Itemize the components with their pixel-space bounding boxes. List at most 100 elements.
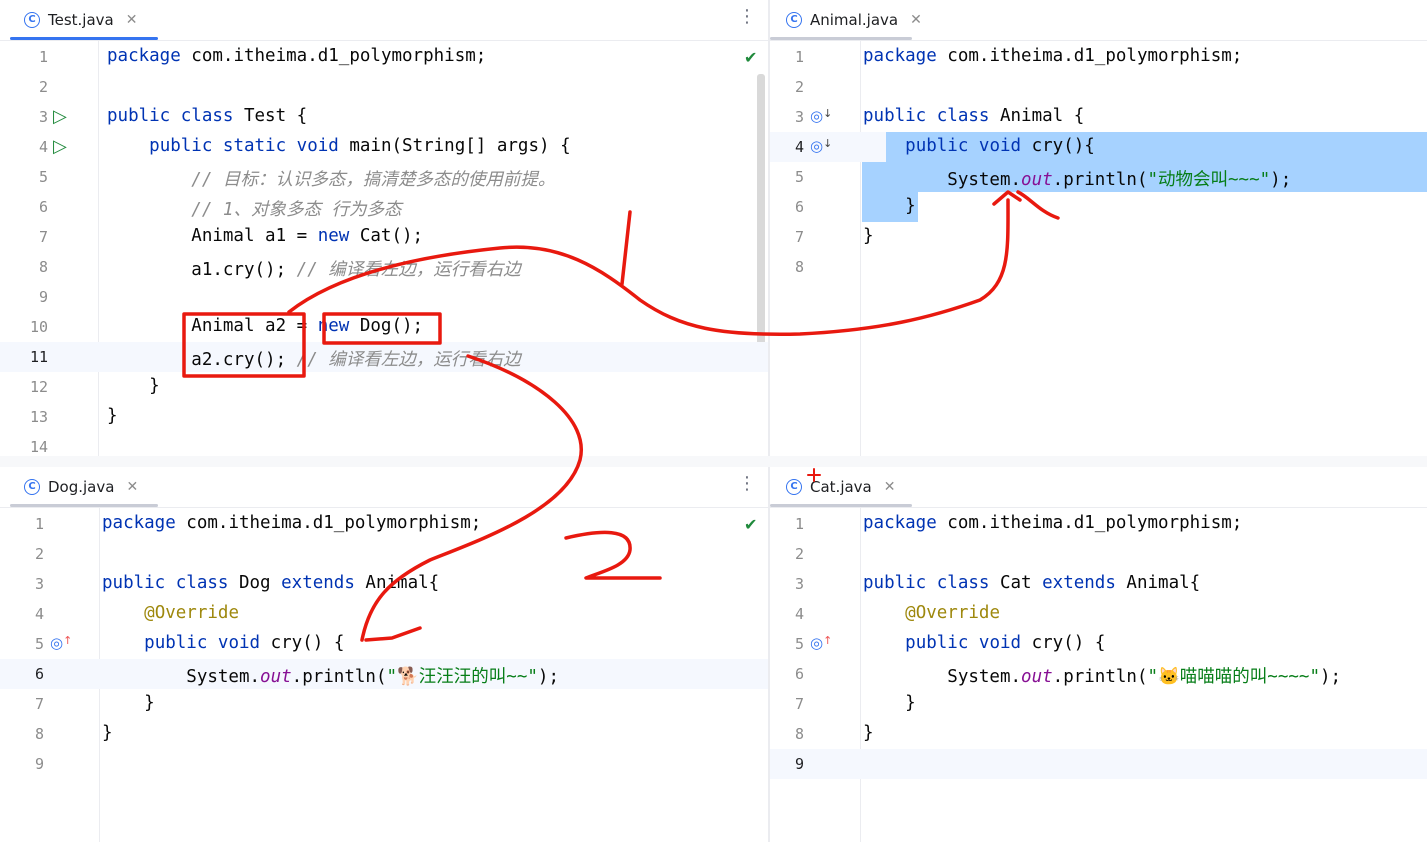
code-line[interactable]: 6 // 1、对象多态 行为多态 (0, 192, 768, 222)
line-number: 10 (29, 318, 48, 336)
close-icon[interactable]: ✕ (126, 12, 138, 28)
code-line[interactable]: 7 } (770, 689, 1427, 719)
line-number: 8 (794, 725, 804, 743)
line-number: 4 (38, 138, 48, 156)
line-number: 5 (38, 168, 48, 186)
code-text: a1.cry(); // 编译看左边，运行看右边 (107, 260, 521, 280)
code-line[interactable]: 6 System.out.println("🐕汪汪汪的叫~~"); (0, 659, 768, 689)
line-number: 6 (794, 665, 804, 683)
code-line[interactable]: 2 (0, 72, 768, 102)
active-tab-indicator (770, 504, 912, 507)
code-text: public void cry() { (905, 633, 1106, 653)
tab-test-java[interactable]: C Test.java ✕ (24, 0, 137, 40)
code-text: } (863, 693, 916, 713)
run-gutter-icon[interactable]: ▷ (53, 136, 67, 157)
line-number: 9 (34, 755, 44, 773)
code-line[interactable]: 8 (770, 252, 1427, 282)
close-icon[interactable]: ✕ (910, 12, 922, 28)
code-line[interactable]: 5 ◎↑ public void cry() { (770, 629, 1427, 659)
line-number: 1 (38, 48, 48, 66)
tab-label: Dog.java (48, 478, 115, 496)
code-line[interactable]: 3 public class Cat extends Animal{ (770, 569, 1427, 599)
code-line[interactable]: 10 Animal a2 = new Dog(); (0, 312, 768, 342)
line-number: 3 (38, 108, 48, 126)
code-line[interactable]: 3 ◎↓ public class Animal { (770, 102, 1427, 132)
code-line[interactable]: 3 public class Dog extends Animal{ (0, 569, 768, 599)
close-icon[interactable]: ✕ (884, 479, 896, 495)
override-method-icon[interactable]: ◎↑ (50, 634, 72, 652)
code-text: } (863, 723, 874, 743)
tab-dog-java[interactable]: C Dog.java ✕ (24, 467, 138, 507)
code-text: } (107, 406, 118, 426)
line-number: 8 (794, 258, 804, 276)
more-options-icon[interactable]: ⋮ (738, 473, 756, 494)
line-number: 7 (34, 695, 44, 713)
code-line[interactable]: 7 } (0, 689, 768, 719)
code-line[interactable]: 1 package com.itheima.d1_polymorphism; (0, 509, 768, 539)
code-line[interactable]: 9 (0, 749, 768, 779)
code-text: package com.itheima.d1_polymorphism; (102, 513, 482, 533)
code-line[interactable]: 8} (0, 719, 768, 749)
editor-pane-cat: C Cat.java ✕ 1 package com.itheima.d1_pol… (770, 467, 1427, 842)
code-line[interactable]: 2 (0, 539, 768, 569)
code-text: // 目标：认识多态，搞清楚多态的使用前提。 (191, 170, 556, 190)
code-text: public class Dog extends Animal{ (102, 573, 440, 593)
code-line[interactable]: 8 a1.cry(); // 编译看左边，运行看右边 (0, 252, 768, 282)
code-line[interactable]: 3 ▷ public class Test { (0, 102, 768, 132)
code-line[interactable]: 4 ◎↓ public void cry(){ (770, 132, 1427, 162)
active-tab-indicator (10, 504, 158, 507)
class-icon: C (786, 12, 802, 28)
line-number: 9 (38, 288, 48, 306)
code-text: } (863, 196, 916, 216)
code-line[interactable]: 11 a2.cry(); // 编译看左边，运行看右边 (0, 342, 768, 372)
code-line[interactable]: 1 package com.itheima.d1_polymorphism; (770, 509, 1427, 539)
line-number: 2 (794, 545, 804, 563)
code-text: System.out.println("🐕汪汪汪的叫~~"); (102, 667, 559, 687)
close-icon[interactable]: ✕ (126, 479, 138, 495)
override-method-icon[interactable]: ◎↑ (810, 634, 832, 652)
line-number: 2 (794, 78, 804, 96)
code-line[interactable]: 9 (770, 749, 1427, 779)
code-text: public class Animal { (863, 106, 1085, 126)
vertical-splitter[interactable] (768, 0, 770, 842)
more-options-icon[interactable]: ⋮ (738, 6, 756, 27)
class-icon: C (786, 479, 802, 495)
tab-bar: C Dog.java ✕ ⋮ (0, 467, 768, 508)
tab-animal-java[interactable]: C Animal.java ✕ (786, 0, 922, 40)
code-line[interactable]: 6 } (770, 192, 1427, 222)
code-line[interactable]: 5 // 目标：认识多态，搞清楚多态的使用前提。 (0, 162, 768, 192)
code-line[interactable]: 12 } (0, 372, 768, 402)
code-line[interactable]: 2 (770, 539, 1427, 569)
horizontal-splitter[interactable] (0, 456, 1427, 467)
code-line[interactable]: 7} (770, 222, 1427, 252)
code-line[interactable]: 4 ▷ public static void main(String[] args… (0, 132, 768, 162)
code-line[interactable]: 4 @Override (0, 599, 768, 629)
run-gutter-icon[interactable]: ▷ (53, 106, 67, 127)
code-line[interactable]: 5 ◎↑ public void cry() { (0, 629, 768, 659)
line-number: 13 (29, 408, 48, 426)
code-line[interactable]: 2 (770, 72, 1427, 102)
tab-label: Cat.java (810, 478, 872, 496)
code-line[interactable]: 1 package com.itheima.d1_polymorphism; (770, 42, 1427, 72)
code-line[interactable]: 14 (0, 432, 768, 456)
line-number: 7 (794, 228, 804, 246)
line-number: 9 (794, 755, 804, 773)
code-line[interactable]: 9 (0, 282, 768, 312)
code-line[interactable]: 1 package com.itheima.d1_polymorphism; (0, 42, 768, 72)
code-line[interactable]: 5 System.out.println("动物会叫~~~"); (770, 162, 1427, 192)
line-number: 12 (29, 378, 48, 396)
line-number: 6 (794, 198, 804, 216)
tab-cat-java[interactable]: C Cat.java ✕ (786, 467, 895, 507)
code-line[interactable]: 6 System.out.println("🐱喵喵喵的叫~~~~"); (770, 659, 1427, 689)
code-line[interactable]: 4 @Override (770, 599, 1427, 629)
overridden-method-icon[interactable]: ◎↓ (810, 107, 832, 125)
code-line[interactable]: 13} (0, 402, 768, 432)
line-number: 6 (38, 198, 48, 216)
code-text: Animal a1 = new Cat(); (107, 226, 424, 246)
overridden-method-icon[interactable]: ◎↓ (810, 137, 832, 155)
code-line[interactable]: 8} (770, 719, 1427, 749)
line-number: 5 (794, 635, 804, 653)
code-line[interactable]: 7 Animal a1 = new Cat(); (0, 222, 768, 252)
line-number: 1 (794, 48, 804, 66)
code-text: } (102, 723, 113, 743)
